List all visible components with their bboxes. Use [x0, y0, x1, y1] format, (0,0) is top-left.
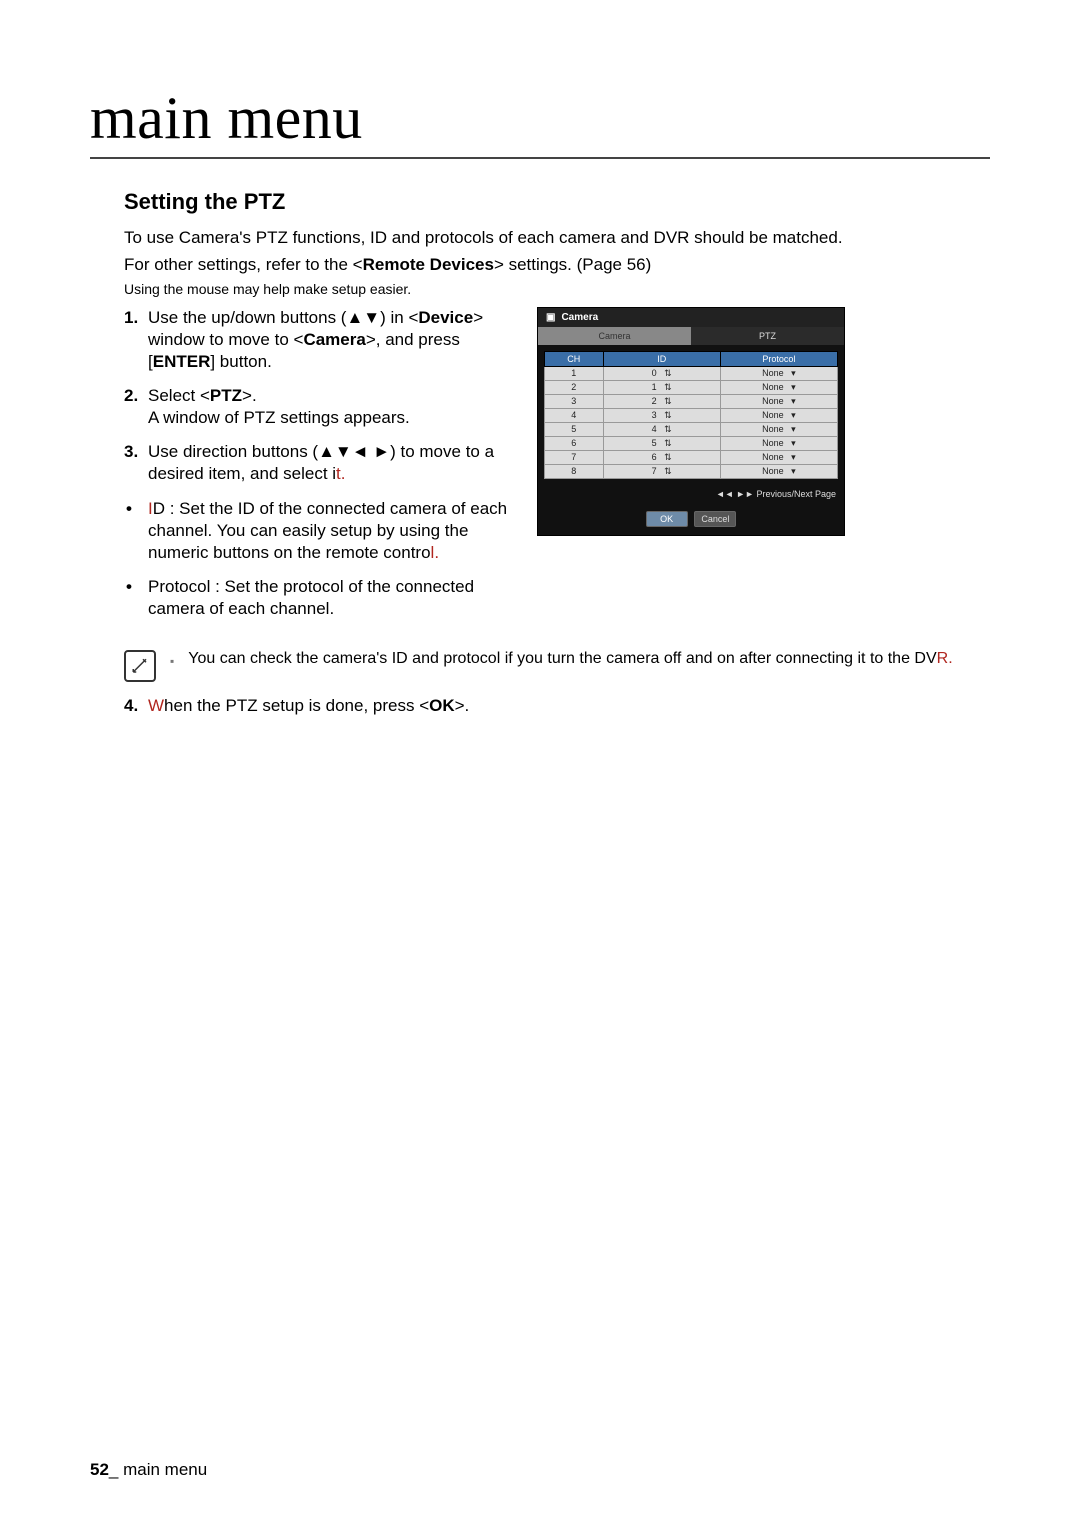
camera-icon: ▣ [546, 312, 555, 323]
note-text: You can check the camera's ID and protoc… [188, 650, 952, 668]
table-row[interactable]: 43 ⇅None ▾ [545, 408, 838, 422]
table-row[interactable]: 65 ⇅None ▾ [545, 436, 838, 450]
table-row[interactable]: 10 ⇅None ▾ [545, 366, 838, 380]
table-row[interactable]: 76 ⇅None ▾ [545, 450, 838, 464]
col-ch: CH [545, 351, 604, 366]
col-protocol: Protocol [720, 351, 837, 366]
step-1: Use the up/down buttons (▲▼) in <Device>… [124, 307, 519, 373]
ok-button[interactable]: OK [646, 511, 688, 527]
mouse-note: Using the mouse may help make setup easi… [90, 281, 990, 297]
col-id: ID [603, 351, 720, 366]
prev-next-page[interactable]: ◄◄ ►► Previous/Next Page [538, 485, 844, 501]
bullet-protocol: Protocol : Set the protocol of the conne… [124, 576, 519, 620]
page-title: main menu [90, 84, 990, 159]
table-row[interactable]: 32 ⇅None ▾ [545, 394, 838, 408]
table-row[interactable]: 21 ⇅None ▾ [545, 380, 838, 394]
ptz-settings-screenshot: ▣ Camera Camera PTZ CH ID Protocol 10 ⇅N… [537, 307, 845, 536]
note-icon [124, 650, 156, 682]
ptz-table: CH ID Protocol 10 ⇅None ▾ 21 ⇅None ▾ 32 … [544, 351, 838, 479]
intro-line-2: For other settings, refer to the <Remote… [90, 254, 990, 277]
step-2: Select <PTZ>. A window of PTZ settings a… [124, 385, 519, 429]
tab-camera[interactable]: Camera [538, 327, 691, 345]
dvr-window-title: ▣ Camera [538, 308, 844, 327]
step-4: When the PTZ setup is done, press <OK>. [90, 696, 990, 716]
page-footer: 52_ main menu [90, 1460, 207, 1480]
cancel-button[interactable]: Cancel [694, 511, 736, 527]
note-bullet-icon: ▪ [170, 650, 174, 668]
tab-ptz[interactable]: PTZ [691, 327, 844, 345]
bullet-id: ID : Set the ID of the connected camera … [124, 498, 519, 564]
table-row[interactable]: 87 ⇅None ▾ [545, 464, 838, 478]
section-heading: Setting the PTZ [90, 189, 990, 215]
step-3: Use direction buttons (▲▼◄ ►) to move to… [124, 441, 519, 485]
table-row[interactable]: 54 ⇅None ▾ [545, 422, 838, 436]
intro-line-1: To use Camera's PTZ functions, ID and pr… [90, 227, 990, 250]
note-row: ▪ You can check the camera's ID and prot… [90, 650, 990, 682]
